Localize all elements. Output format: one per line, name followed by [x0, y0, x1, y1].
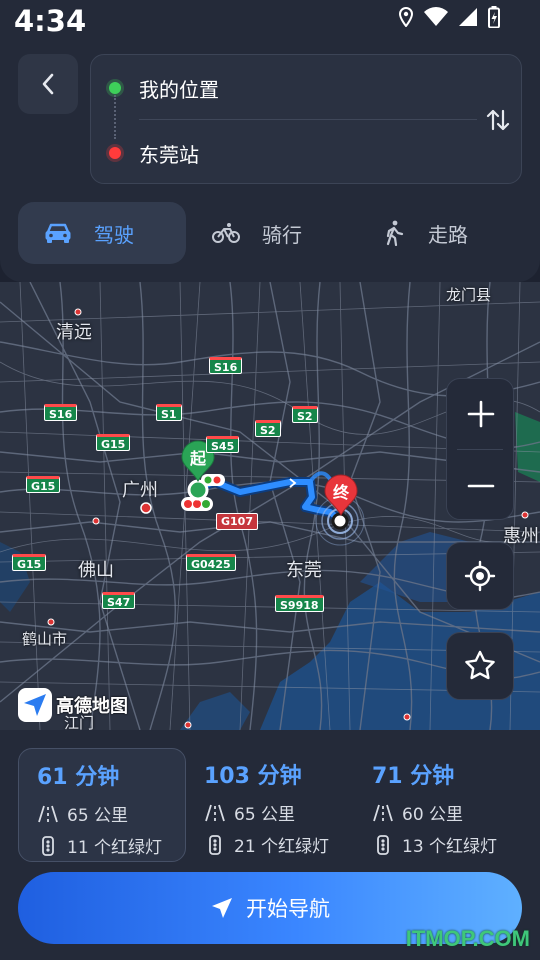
origin-text: 我的位置 — [139, 77, 219, 102]
plan-distance: 60 公里 — [372, 800, 463, 825]
status-bar: 4:34 — [0, 0, 540, 46]
plan-time: 61 分钟 — [37, 765, 120, 790]
road-badge: S2 — [255, 420, 281, 437]
route-plans-panel: 61 分钟 65 公里 11 个红绿灯 103 分钟 65 公里 21 个红绿灯… — [0, 730, 540, 960]
map-view[interactable]: 起 终 清远 龙门县 广州 佛山 东莞 惠州 鹤山市 江门 S16 S16 S1… — [0, 282, 540, 730]
route-connector — [114, 95, 116, 139]
car-icon — [44, 222, 72, 244]
destination-text: 东莞站 — [139, 142, 199, 167]
map-logo: 高德地图 — [18, 688, 128, 722]
zoom-control — [446, 378, 514, 520]
battery-icon — [488, 6, 500, 28]
road-badge: G15 — [26, 476, 61, 493]
route-plan-3[interactable]: 71 分钟 60 公里 13 个红绿灯 — [354, 748, 522, 862]
minus-icon — [467, 484, 495, 488]
zoom-in-button[interactable] — [447, 379, 515, 449]
navigation-arrow-icon — [210, 896, 234, 920]
status-time: 4:34 — [14, 4, 87, 38]
city-label-longmen: 龙门县 — [446, 286, 492, 304]
road-badge: S16 — [209, 357, 243, 374]
plan-distance: 65 公里 — [204, 800, 295, 825]
plan-distance-text: 60 公里 — [402, 805, 464, 825]
road-badge: S47 — [102, 592, 136, 609]
tab-drive[interactable]: 驾驶 — [18, 202, 186, 264]
zoom-out-button[interactable] — [447, 451, 515, 521]
city-label-qingyuan: 清远 — [56, 322, 92, 343]
star-icon — [465, 650, 495, 680]
plan-time: 71 分钟 — [372, 764, 455, 789]
city-label-foshan: 佛山 — [78, 560, 114, 581]
favorites-button[interactable] — [446, 632, 514, 700]
swap-button[interactable] — [483, 105, 513, 135]
tab-drive-label: 驾驶 — [94, 222, 134, 247]
road-badge: G15 — [12, 554, 47, 571]
walk-icon — [382, 220, 406, 246]
plan-lights-text: 13 个红绿灯 — [402, 837, 498, 857]
chevron-left-icon — [42, 73, 54, 95]
plan-lights: 21 个红绿灯 — [204, 832, 329, 857]
plan-lights: 13 个红绿灯 — [372, 832, 497, 857]
route-plan-2[interactable]: 103 分钟 65 公里 21 个红绿灯 — [186, 748, 354, 862]
plus-icon — [467, 400, 495, 428]
plan-distance-text: 65 公里 — [67, 806, 129, 826]
destination-field[interactable]: 东莞站 — [109, 138, 199, 168]
signal-icon — [459, 8, 477, 26]
road-icon — [372, 804, 394, 822]
tab-cycle-label: 骑行 — [262, 222, 302, 247]
tab-walk[interactable]: 走路 — [382, 202, 522, 264]
map-brand-text: 高德地图 — [56, 696, 128, 717]
locate-icon — [464, 560, 496, 592]
road-badge: G15 — [96, 434, 131, 451]
road-icon — [37, 805, 59, 823]
origin-field[interactable]: 我的位置 — [109, 73, 219, 103]
start-navigation-label: 开始导航 — [246, 897, 330, 921]
route-divider — [139, 119, 477, 120]
traffic-light-icon — [204, 834, 226, 855]
route-plan-1[interactable]: 61 分钟 65 公里 11 个红绿灯 — [18, 748, 186, 862]
road-badge: S9918 — [275, 595, 324, 612]
road-icon — [204, 804, 226, 822]
zoom-divider — [457, 449, 503, 450]
origin-dot-icon — [109, 82, 121, 94]
road-badge: G107 — [216, 513, 258, 530]
back-button[interactable] — [18, 54, 78, 114]
road-badge: S2 — [292, 406, 318, 423]
road-badge: S45 — [206, 436, 240, 453]
plan-distance-text: 65 公里 — [234, 805, 296, 825]
tab-cycle[interactable]: 骑行 — [212, 202, 352, 264]
plan-lights: 11 个红绿灯 — [37, 833, 162, 858]
bicycle-icon — [212, 222, 240, 244]
road-badge: S16 — [44, 404, 78, 421]
destination-dot-icon — [109, 147, 121, 159]
watermark: ITMOP.COM — [405, 926, 530, 951]
city-label-guangzhou: 广州 — [122, 480, 158, 501]
traffic-light-icon — [37, 835, 59, 856]
wifi-icon — [424, 7, 448, 27]
swap-icon — [486, 109, 510, 131]
route-inputs: 我的位置 东莞站 — [90, 54, 522, 184]
road-badge: G0425 — [186, 554, 236, 571]
city-label-heshan: 鹤山市 — [22, 630, 68, 648]
status-icons — [398, 6, 500, 28]
plan-distance: 65 公里 — [37, 801, 128, 826]
end-pin[interactable]: 终 — [323, 474, 359, 517]
plan-lights-text: 21 个红绿灯 — [234, 837, 330, 857]
end-pin-label: 终 — [332, 483, 349, 502]
road-badge: S1 — [156, 404, 182, 421]
route-panel: 我的位置 东莞站 驾驶 骑行 走路 — [0, 46, 540, 282]
city-label-dongguan: 东莞 — [286, 560, 322, 581]
locate-button[interactable] — [446, 542, 514, 610]
tab-walk-label: 走路 — [428, 222, 468, 247]
location-icon — [398, 7, 414, 27]
travel-mode-tabs: 驾驶 骑行 走路 — [18, 202, 522, 264]
amap-logo-icon — [18, 688, 52, 722]
plan-time: 103 分钟 — [204, 764, 302, 789]
traffic-light-icon — [372, 834, 394, 855]
plan-lights-text: 11 个红绿灯 — [67, 838, 163, 858]
